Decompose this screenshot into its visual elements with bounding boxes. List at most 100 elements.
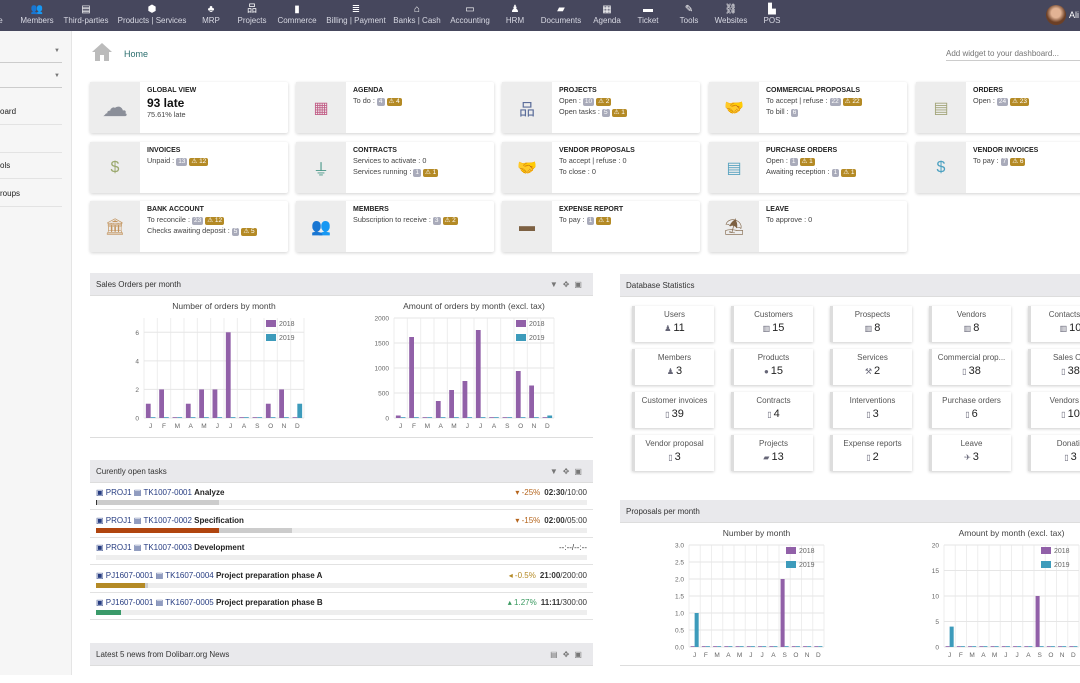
stat-icon: ▯: [962, 367, 967, 376]
box-projects[interactable]: 品 PROJECTS Open :10 ⚠ 2 Open tasks :5 ⚠ 1: [502, 82, 700, 133]
box-vendor-proposals[interactable]: 🤝 VENDOR PROPOSALS To accept | refuse : 0T…: [502, 142, 700, 193]
stat-tile[interactable]: Projects ▰ 13: [731, 435, 813, 471]
sidebar-item[interactable]: roups: [0, 181, 62, 207]
warning-icon: ⚠: [191, 158, 200, 165]
nav-documents[interactable]: ▰ Documents: [541, 3, 581, 25]
nav-websites[interactable]: ⛓ Websites: [715, 3, 748, 25]
box-purchase-orders[interactable]: ▤ PURCHASE ORDERS Open :1 ⚠ 1 Awaiting recep…: [709, 142, 907, 193]
stat-tile[interactable]: Contacts/Ad ▥10: [1028, 306, 1080, 342]
stat-tile[interactable]: Leave ✈ 3: [929, 435, 1011, 471]
stat-tile[interactable]: Donatio ▯3: [1028, 435, 1080, 471]
task-ref[interactable]: TK1607-0004: [165, 571, 213, 580]
stat-tile[interactable]: Customers ▥ 15: [731, 306, 813, 342]
task-ref[interactable]: TK1607-0005: [165, 598, 213, 607]
stat-tile[interactable]: Prospects ▥ 8: [830, 306, 912, 342]
nav-agenda[interactable]: ▦ Agenda: [593, 3, 621, 25]
task-row[interactable]: ▣ PJ1607-0001 ▤ TK1607-0005 Project prep…: [90, 593, 593, 620]
box-line[interactable]: Unpaid :13 ⚠ 12: [147, 156, 209, 167]
box-members[interactable]: 👥 MEMBERS Subscription to receive :3 ⚠ 2: [296, 201, 494, 252]
box-contracts[interactable]: ⏚ CONTRACTS Services to activate : 0 Servic…: [296, 142, 494, 193]
stat-tile[interactable]: Users ♟ 11: [632, 306, 714, 342]
box-invoices[interactable]: $ INVOICES Unpaid :13 ⚠ 12: [90, 142, 288, 193]
box-vendor-invoices[interactable]: $ VENDOR INVOICES To pay :7 ⚠ 6: [916, 142, 1080, 193]
stat-icon: ⚒: [864, 367, 873, 376]
nav-products-services[interactable]: ⬢ Products | Services: [118, 3, 187, 25]
project-ref[interactable]: PJ1607-0001: [106, 598, 154, 607]
nav-commerce[interactable]: ▮ Commerce: [277, 3, 316, 25]
task-ref[interactable]: TK1007-0001: [143, 488, 191, 497]
stat-tile[interactable]: Vendor proposal ▯ 3: [632, 435, 714, 471]
box-line[interactable]: Open :10 ⚠ 2: [559, 96, 627, 107]
stat-tile[interactable]: Expense reports ▯ 2: [830, 435, 912, 471]
box-line[interactable]: Checks awaiting deposit :5 ⚠ 5: [147, 226, 257, 237]
box-bank-account[interactable]: 🏛 BANK ACCOUNT To reconcile :23 ⚠ 12 Checks …: [90, 201, 288, 252]
nav-billing-payment[interactable]: ≣ Billing | Payment: [326, 3, 385, 25]
nav-banks-cash[interactable]: ⌂ Banks | Cash: [393, 3, 440, 25]
stat-tile[interactable]: Commercial prop... ▯ 38: [929, 349, 1011, 385]
box-line[interactable]: Services running :1 ⚠ 1: [353, 167, 439, 178]
project-ref[interactable]: PJ1607-0001: [106, 571, 154, 580]
box-commercial-proposals[interactable]: 🤝 COMMERCIAL PROPOSALS To accept | refuse …: [709, 82, 907, 133]
panel-tools[interactable]: ▤✥▣: [550, 643, 587, 666]
stat-tile[interactable]: Purchase orders ▯ 6: [929, 392, 1011, 428]
stat-tile[interactable]: Interventions ▯ 3: [830, 392, 912, 428]
user-avatar[interactable]: [1046, 5, 1066, 25]
nav-members[interactable]: 👥 Members: [20, 3, 53, 25]
box-line[interactable]: To close : 0: [559, 167, 627, 178]
sidebar-item[interactable]: ols: [0, 153, 62, 179]
project-ref[interactable]: PROJ1: [106, 516, 132, 525]
box-line[interactable]: To accept | refuse : 0: [559, 156, 627, 167]
nav-home[interactable]: ⌂Home: [0, 3, 3, 25]
box-line[interactable]: Open :24 ⚠ 23: [973, 96, 1030, 107]
nav-accounting[interactable]: ▭ Accounting: [450, 3, 490, 25]
stat-tile[interactable]: Services ⚒ 2: [830, 349, 912, 385]
panel-tools[interactable]: ▼✥▣: [550, 273, 587, 296]
box-orders[interactable]: ▤ ORDERS Open :24 ⚠ 23: [916, 82, 1080, 133]
task-row[interactable]: ▣ PROJ1 ▤ TK1007-0003 Development --:--/-…: [90, 538, 593, 565]
box-line[interactable]: Open tasks :5 ⚠ 1: [559, 107, 627, 118]
stat-tile[interactable]: Members ♟ 3: [632, 349, 714, 385]
box-line[interactable]: Open :1 ⚠ 1: [766, 156, 856, 167]
box-line[interactable]: To pay :7 ⚠ 6: [973, 156, 1026, 167]
task-row[interactable]: ▣ PROJ1 ▤ TK1007-0002 Specification ▾ -15…: [90, 511, 593, 538]
box-line[interactable]: Subscription to receive :3 ⚠ 2: [353, 215, 458, 226]
stat-tile[interactable]: Products ● 15: [731, 349, 813, 385]
add-widget-select[interactable]: [946, 46, 1080, 61]
box-line[interactable]: To accept | refuse :22 ⚠ 22: [766, 96, 862, 107]
project-ref[interactable]: PROJ1: [106, 543, 132, 552]
project-ref[interactable]: PROJ1: [106, 488, 132, 497]
sidebar-select[interactable]: ▼: [0, 68, 62, 88]
nav-projects[interactable]: 品 Projects: [238, 3, 267, 25]
sidebar-item[interactable]: oard: [0, 99, 62, 125]
nav-pos[interactable]: ▙ POS: [764, 3, 781, 25]
panel-tools[interactable]: ▼✥▣: [550, 460, 587, 483]
task-ref[interactable]: TK1007-0003: [143, 543, 191, 552]
task-row[interactable]: ▣ PROJ1 ▤ TK1007-0001 Analyze ▾ -25% 02:30…: [90, 483, 593, 510]
nav-ticket[interactable]: ▬ Ticket: [637, 3, 658, 25]
stat-tile[interactable]: Contracts ▯ 4: [731, 392, 813, 428]
box-line[interactable]: Services to activate : 0: [353, 156, 438, 167]
box-line[interactable]: To approve : 0: [766, 215, 812, 226]
task-row[interactable]: ▣ PJ1607-0001 ▤ TK1607-0004 Project prep…: [90, 566, 593, 593]
breadcrumb[interactable]: Home: [124, 49, 148, 59]
sidebar-select[interactable]: ▼: [0, 43, 62, 63]
box-leave[interactable]: ⛱ LEAVE To approve : 0: [709, 201, 907, 252]
user-name[interactable]: Ali: [1069, 10, 1079, 20]
box-global-view[interactable]: ☁ GLOBAL VIEW 93 late 75.61% late: [90, 82, 288, 133]
box-agenda[interactable]: ▦ AGENDA To do :4 ⚠ 4: [296, 82, 494, 133]
nav-hrm[interactable]: ♟ HRM: [506, 3, 524, 25]
box-expense-report[interactable]: ▬ EXPENSE REPORT To pay :1 ⚠ 1: [502, 201, 700, 252]
nav-mrp[interactable]: ♣ MRP: [202, 3, 220, 25]
box-line[interactable]: To pay :1 ⚠ 1: [559, 215, 612, 226]
task-ref[interactable]: TK1007-0002: [143, 516, 191, 525]
box-line[interactable]: To reconcile :23 ⚠ 12: [147, 215, 257, 226]
stat-tile[interactable]: Sales Orc ▯38: [1028, 349, 1080, 385]
stat-tile[interactable]: Vendors inv ▯10: [1028, 392, 1080, 428]
box-line[interactable]: To bill :6: [766, 107, 862, 118]
box-line[interactable]: Awaiting reception :1 ⚠ 1: [766, 167, 857, 178]
nav-tools[interactable]: ✎ Tools: [680, 3, 699, 25]
nav-third-parties[interactable]: ▤ Third-parties: [64, 3, 109, 25]
stat-tile[interactable]: Customer invoices ▯ 39: [632, 392, 714, 428]
stat-tile[interactable]: Vendors ▥ 8: [929, 306, 1011, 342]
box-line[interactable]: To do :4 ⚠ 4: [353, 96, 402, 107]
